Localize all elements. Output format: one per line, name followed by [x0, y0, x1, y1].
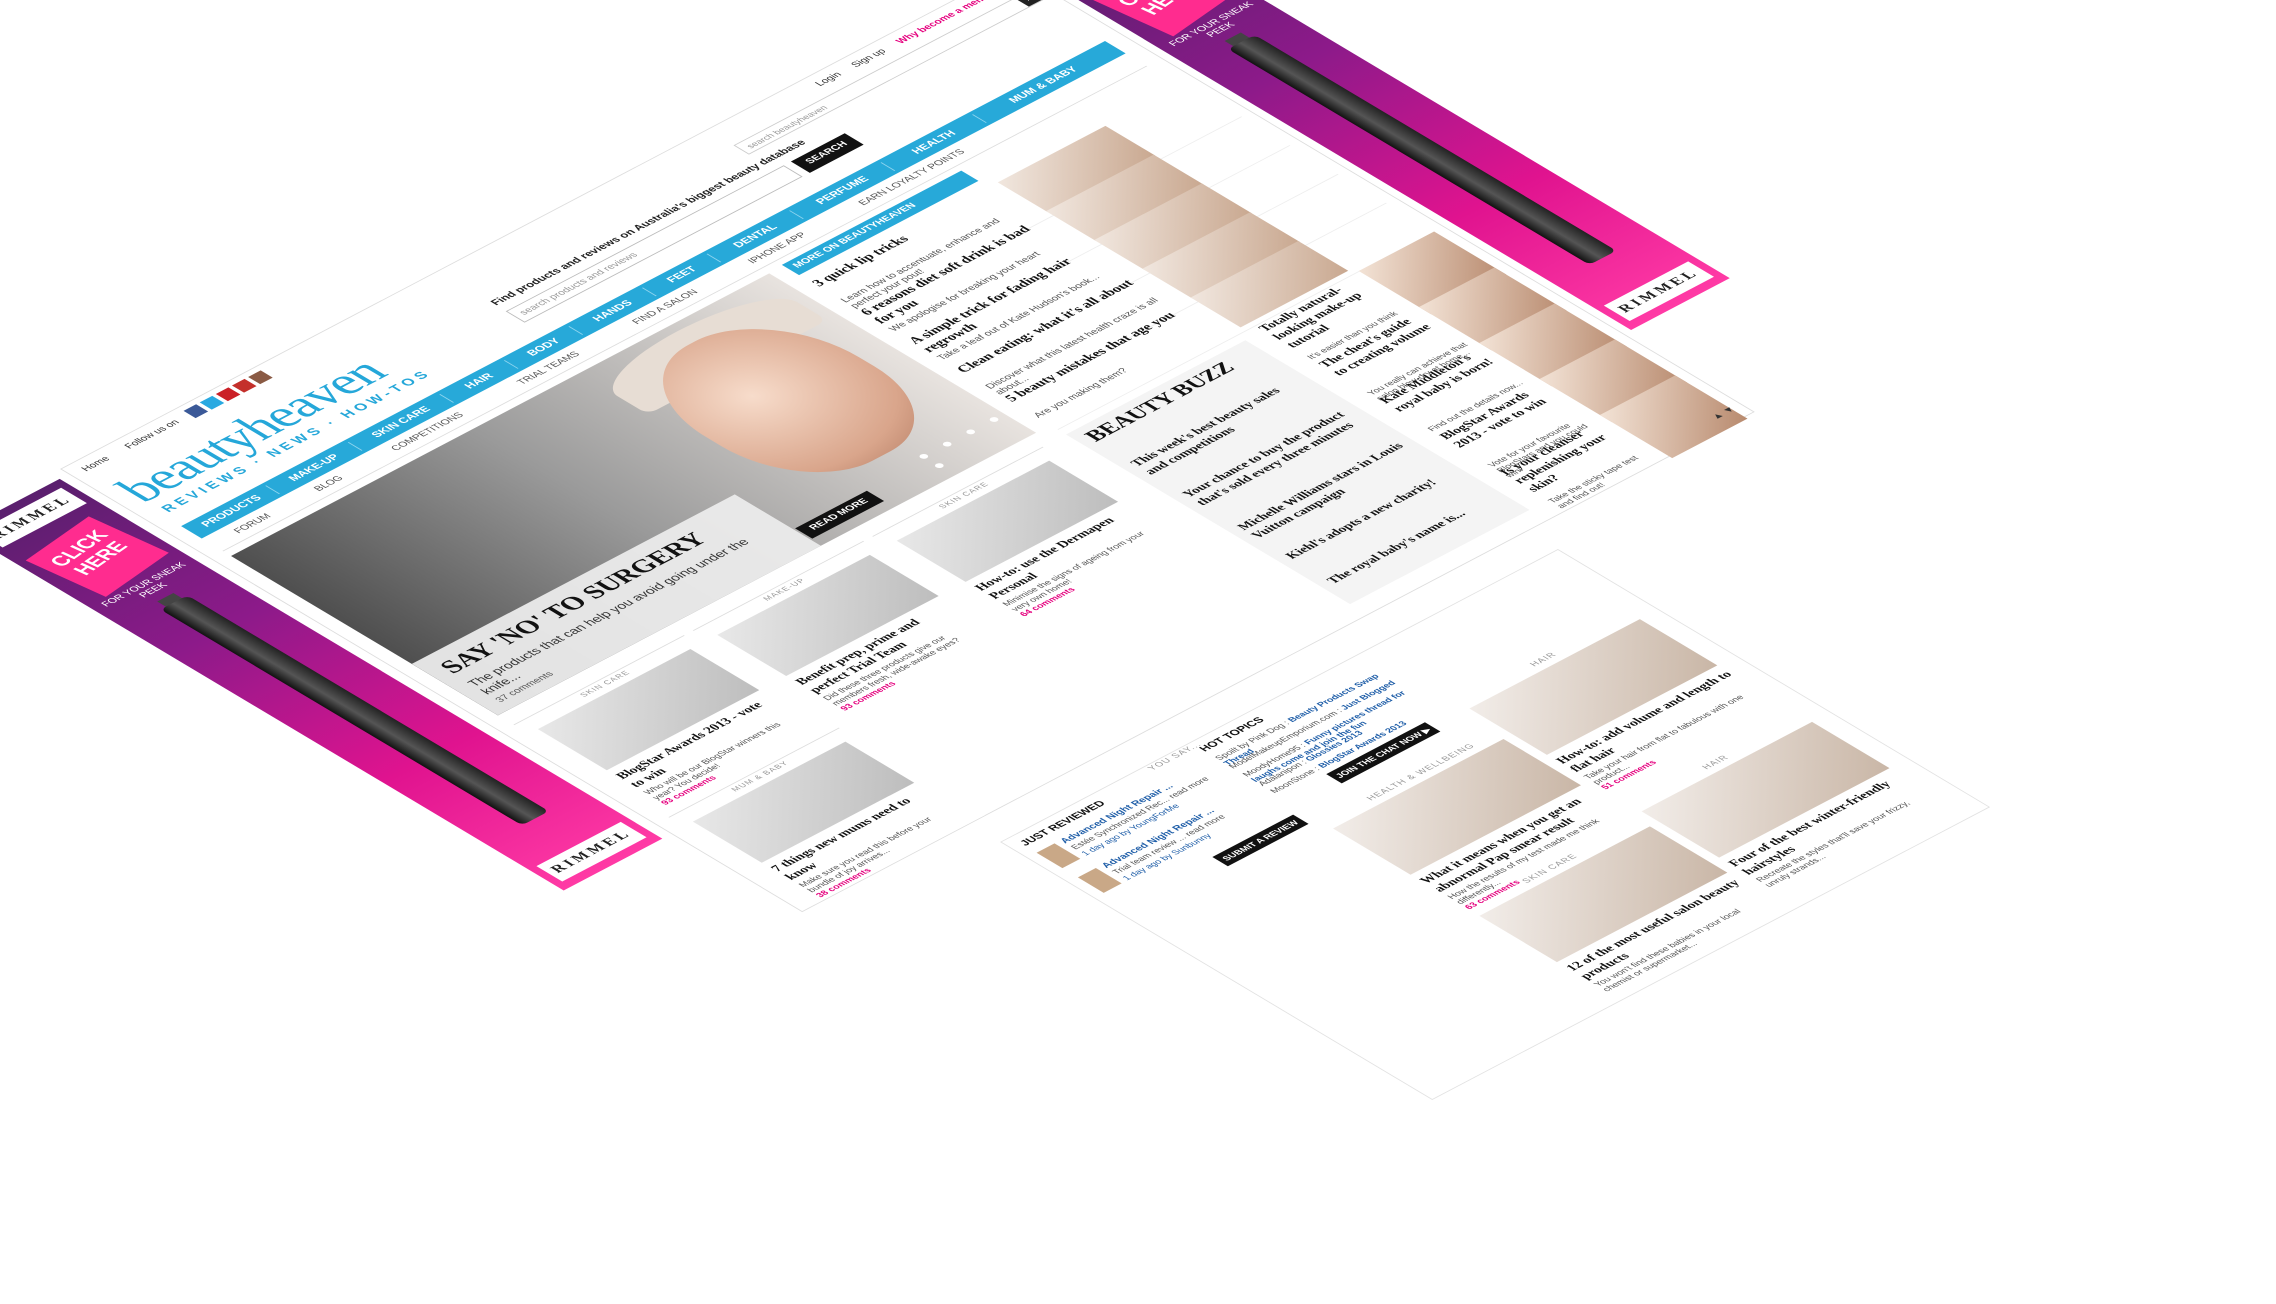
isometric-stage: RIMMEL CLICK HERE FOR YOUR SNEAK PEEK RI… — [0, 0, 2276, 1304]
facebook-icon[interactable] — [183, 404, 209, 419]
twitter-icon[interactable] — [199, 395, 225, 410]
instagram-icon[interactable] — [248, 370, 273, 385]
ad-brand: RIMMEL — [1603, 261, 1714, 322]
home-link[interactable]: Home — [79, 455, 112, 473]
read-more-button[interactable]: READ MORE — [795, 490, 885, 539]
buzz-item[interactable]: The royal baby's name is... — [1323, 493, 1498, 586]
login-link[interactable]: Login — [813, 71, 844, 88]
youtube-icon[interactable] — [231, 378, 257, 393]
pinterest-icon[interactable] — [215, 387, 241, 402]
search-icon[interactable]: ⌕ — [1015, 0, 1044, 7]
ad-brand: RIMMEL — [536, 821, 647, 882]
